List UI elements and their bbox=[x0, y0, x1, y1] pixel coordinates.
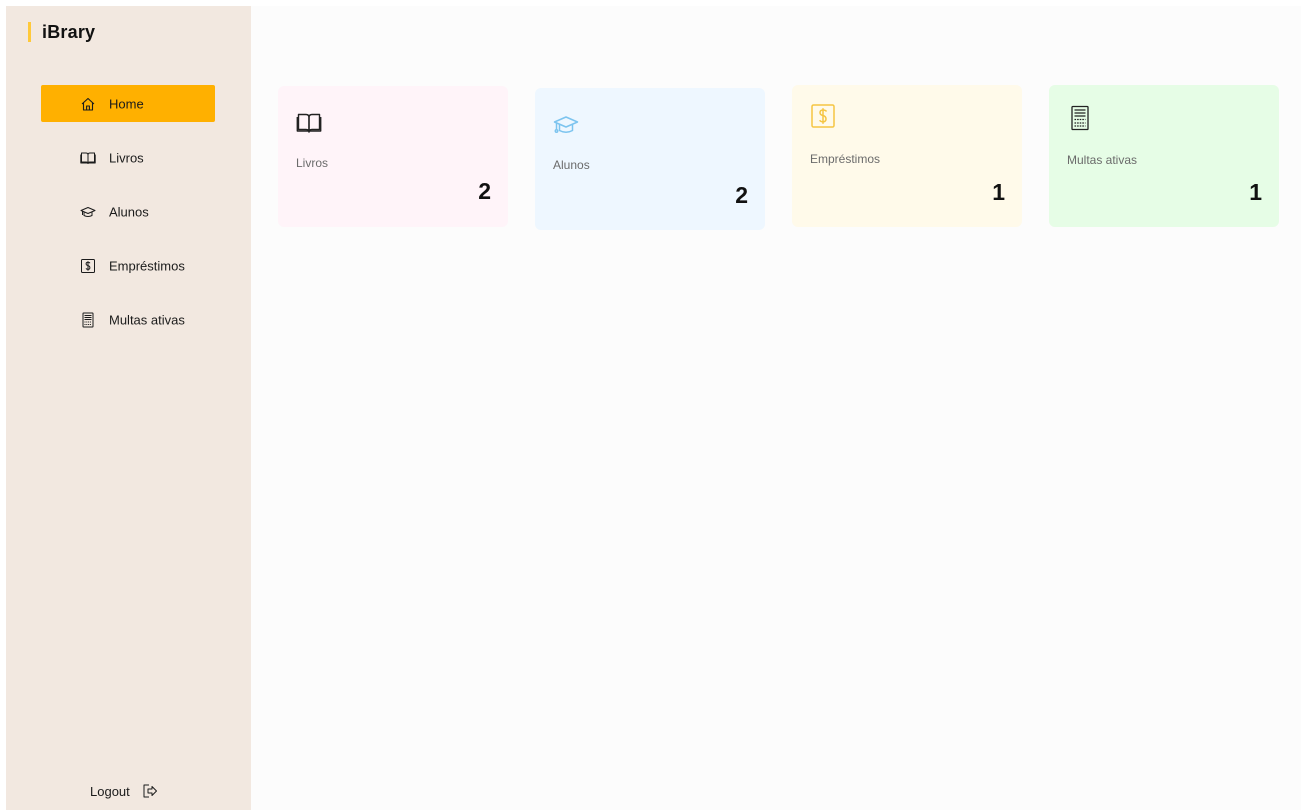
graduation-cap-icon bbox=[80, 204, 96, 220]
brand-accent-bar bbox=[28, 22, 31, 42]
logout-label: Logout bbox=[90, 783, 130, 799]
logout-button[interactable]: Logout bbox=[90, 781, 158, 801]
receipt-icon bbox=[1067, 105, 1093, 131]
sidebar-item-home[interactable]: Home bbox=[41, 85, 215, 122]
card-value: 2 bbox=[478, 178, 491, 204]
brand-name: iBrary bbox=[42, 21, 96, 42]
card-value: 1 bbox=[992, 179, 1005, 205]
sidebar-item-multas-ativas[interactable]: Multas ativas bbox=[41, 301, 215, 338]
card-label: Multas ativas bbox=[1067, 153, 1138, 167]
sidebar-item-livros[interactable]: Livros bbox=[41, 139, 215, 176]
sidebar-item-label: Multas ativas bbox=[109, 312, 185, 327]
card-label: Empréstimos bbox=[810, 152, 881, 166]
brand: iBrary bbox=[28, 21, 95, 43]
book-icon bbox=[296, 110, 322, 136]
sidebar-item-label: Home bbox=[109, 96, 144, 111]
sidebar-nav: Home Livros Alunos Empréstimos Multas at… bbox=[41, 85, 215, 355]
sidebar-item-alunos[interactable]: Alunos bbox=[41, 193, 215, 230]
home-icon bbox=[80, 96, 96, 112]
sidebar-item-label: Livros bbox=[109, 150, 144, 165]
sidebar-item-emprestimos[interactable]: Empréstimos bbox=[41, 247, 215, 284]
stat-card-emprestimos[interactable]: Empréstimos 1 bbox=[792, 85, 1022, 227]
sidebar-item-label: Empréstimos bbox=[109, 258, 185, 273]
stat-card-multas-ativas[interactable]: Multas ativas 1 bbox=[1049, 85, 1279, 227]
card-label: Livros bbox=[296, 156, 329, 170]
stat-card-alunos[interactable]: Alunos 2 bbox=[535, 88, 765, 230]
sidebar: iBrary Home Livros Alunos Empréstimos Mu… bbox=[6, 6, 251, 810]
dollar-sign-icon bbox=[80, 258, 96, 274]
logout-icon bbox=[142, 783, 158, 799]
graduation-cap-icon bbox=[553, 112, 579, 138]
book-icon bbox=[80, 150, 96, 166]
card-value: 1 bbox=[1249, 179, 1262, 205]
dollar-sign-icon bbox=[810, 103, 836, 129]
sidebar-item-label: Alunos bbox=[109, 204, 149, 219]
stat-card-livros[interactable]: Livros 2 bbox=[278, 86, 508, 227]
card-value: 2 bbox=[735, 182, 748, 208]
card-label: Alunos bbox=[553, 158, 590, 172]
receipt-icon bbox=[80, 312, 96, 328]
main-content: Livros 2 Alunos 2 Empréstimos 1 Multas a… bbox=[251, 6, 1301, 810]
